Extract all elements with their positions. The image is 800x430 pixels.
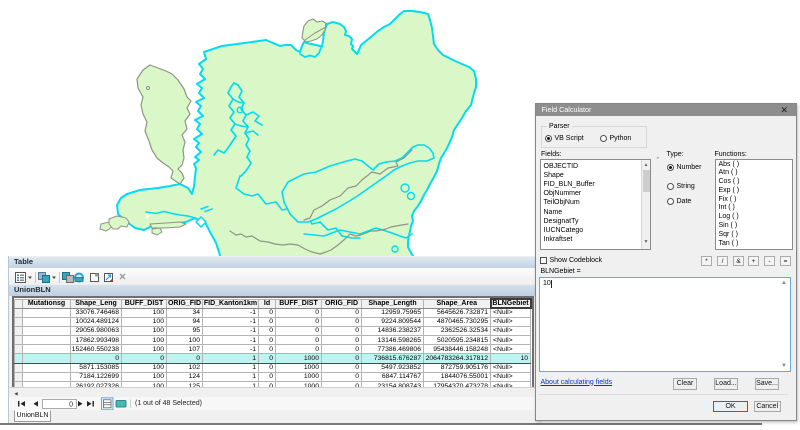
svg-text:0: 0 <box>69 401 73 408</box>
